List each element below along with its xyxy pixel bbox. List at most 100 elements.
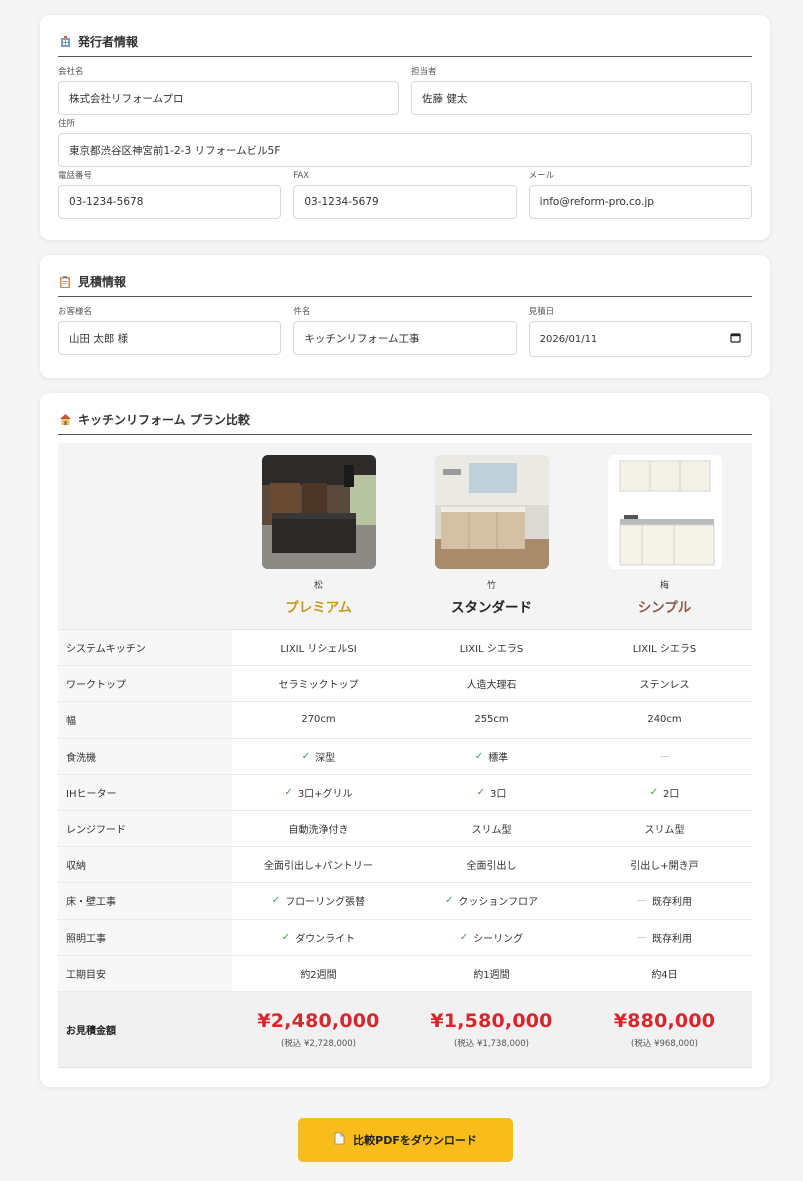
tier-label: 梅 [659,581,669,591]
table-cell: LIXIL シエラS [405,640,578,655]
table-cell: ✓ 2口 [578,785,751,800]
row-label: 収納 [58,847,232,883]
cell-text: 自動洗浄付き [288,825,349,837]
table-row: 収納 全面引出し+パントリー 全面引出し 引出し+開き戸 [58,847,752,884]
price-standard: ¥1,580,000 [430,1009,553,1032]
standard-kitchen-image [434,455,549,569]
check-icon: ✓ [476,786,485,798]
date-label: 見積日 [528,307,555,317]
table-cell: LIXIL リシェルSI [232,640,405,655]
check-icon: ✓ [281,931,291,943]
cell-text: 既存利用 [652,933,692,945]
fax-field[interactable]: 03-1234-5679 [293,185,517,219]
person-field[interactable]: 佐藤 健太 [411,81,752,115]
table-row: ワークトップ セラミックトップ 人造大理石 ステンレス [58,666,752,703]
table-cell: ステンレス [578,676,751,691]
phone-label: 電話番号 [58,171,93,181]
row-label: ワークトップ [58,666,232,702]
cell-text: 全面引出し [466,861,517,873]
building-icon [58,35,72,49]
download-pdf-label: 比較PDFをダウンロード [353,1134,477,1147]
company-label: 会社名 [58,67,84,77]
address-field[interactable]: 東京都渋谷区神宮前1-2-3 リフォームビル5F [58,133,752,167]
row-label: 床・壁工事 [58,883,232,919]
table-row: 床・壁工事 ✓ フローリング張替 ✓ クッションフロア — 既存利用 [58,883,752,920]
table-cell: 全面引出し+パントリー [232,857,405,872]
estimate-title: 見積情報 [58,273,752,297]
cell-text: 2口 [663,788,680,800]
tax-premium: (税込 ¥2,728,000) [280,1038,356,1049]
issuer-title: 発行者情報 [58,33,752,57]
cell-text: ダウンライト [295,933,356,945]
tax-simple: (税込 ¥968,000) [631,1038,698,1049]
customer-field[interactable]: 山田 太郎 様 [58,321,282,355]
customer-label: お客様名 [58,307,93,317]
total-row: お見積金額 ¥2,480,000 (税込 ¥2,728,000) ¥1,580,… [58,991,752,1068]
download-pdf-button[interactable]: 比較PDFをダウンロード [298,1118,513,1162]
phone-field[interactable]: 03-1234-5678 [58,185,282,219]
table-cell: — 既存利用 [578,930,751,945]
cell-text: LIXIL シエラS [459,644,524,656]
cell-text: 約4日 [651,969,678,981]
cell-text: フローリング張替 [285,897,366,909]
table-cell: ✓ フローリング張替 [232,893,405,908]
dash-icon: — [637,931,647,943]
table-cell: LIXIL シエラS [578,640,751,655]
cell-text: シーリング [473,933,524,945]
table-cell: ✓ 深型 [232,749,405,764]
date-value: 2026/01/11 [539,333,598,345]
cell-text: 引出し+開き戸 [630,861,699,873]
cell-text: 約1週間 [473,969,510,981]
price-premium: ¥2,480,000 [257,1009,380,1032]
table-cell: ✓ ダウンライト [232,930,405,945]
table-cell: ✓ 3口 [405,785,578,800]
check-icon: ✓ [271,895,281,907]
row-label: 幅 [58,702,232,738]
table-cell: 約1週間 [405,966,578,981]
cell-text: LIXIL シエラS [632,644,697,656]
plan-column-premium: 松 プレミアム [232,443,405,629]
table-cell: — [578,751,751,762]
date-field[interactable]: 2026/01/11 [528,321,752,357]
plan-name-premium: プレミアム [285,600,352,616]
table-cell: ✓ 3口+グリル [232,785,405,800]
cell-text: 人造大理石 [466,680,517,692]
cell-text: クッションフロア [458,897,539,909]
check-icon: ✓ [284,786,293,798]
cell-text: 全面引出し+パントリー [264,861,373,873]
table-cell: 約2週間 [232,966,405,981]
table-cell: 270cm [232,714,405,725]
comparison-rows: システムキッチン LIXIL リシェルSI LIXIL シエラS LIXIL シエラS… [58,630,752,992]
row-label: 照明工事 [58,919,232,955]
calendar-icon[interactable] [730,332,741,346]
dash-icon: — [637,895,647,907]
row-label: 食洗機 [58,738,232,774]
comparison-card: キッチンリフォーム プラン比較 松 プレミアム 竹 スタンダード 梅 シンプル … [40,393,770,1087]
plan-header-row: 松 プレミアム 竹 スタンダード 梅 シンプル [58,443,752,630]
row-label: システムキッチン [58,630,232,666]
table-cell: ✓ クッションフロア [405,893,578,908]
table-row: 工期目安 約2週間 約1週間 約4日 [58,955,752,992]
table-cell: セラミックトップ [232,676,405,691]
dash-icon: — [659,750,670,762]
table-row: 食洗機 ✓ 深型 ✓ 標準 — [58,738,752,775]
table-row: IHヒーター ✓ 3口+グリル ✓ 3口 ✓ 2口 [58,774,752,811]
table-cell: 255cm [405,714,578,725]
check-icon: ✓ [459,931,469,943]
table-row: 幅 270cm 255cm 240cm [58,702,752,739]
plan-name-simple: シンプル [637,600,692,616]
tier-label: 松 [313,581,323,591]
subject-field[interactable]: キッチンリフォーム工事 [293,321,517,355]
check-icon: ✓ [444,895,454,907]
cell-text: 3口 [490,788,507,800]
table-row: 照明工事 ✓ ダウンライト ✓ シーリング — 既存利用 [58,919,752,956]
tax-standard: (税込 ¥1,738,000) [453,1038,529,1049]
cell-text: スリム型 [644,825,685,837]
email-field[interactable]: info@reform-pro.co.jp [528,185,752,219]
cell-text: ステンレス [639,680,690,692]
comparison-title: キッチンリフォーム プラン比較 [58,411,752,435]
simple-kitchen-image [607,455,722,569]
fax-label: FAX [293,171,310,181]
company-field[interactable]: 株式会社リフォームプロ [58,81,399,115]
issuer-card: 発行者情報 会社名 株式会社リフォームプロ 担当者 佐藤 健太 住所 東京都渋谷… [40,15,770,240]
